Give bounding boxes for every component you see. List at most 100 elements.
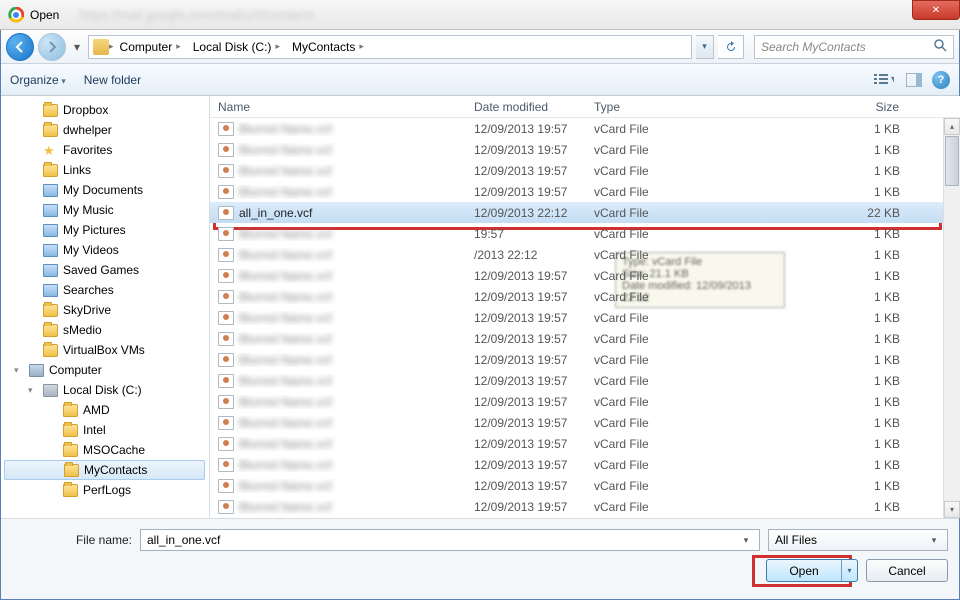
app-icon xyxy=(8,7,24,23)
file-date: 12/09/2013 19:57 xyxy=(466,122,586,136)
file-date: 12/09/2013 19:57 xyxy=(466,290,586,304)
file-size: 1 KB xyxy=(706,143,942,157)
file-row[interactable]: Blurred Name.vcf12/09/2013 19:57vCard Fi… xyxy=(210,328,960,349)
file-list[interactable]: Type: vCard FileSize: 21.1 KBDate modifi… xyxy=(210,118,960,518)
file-row[interactable]: Blurred Name.vcf12/09/2013 19:57vCard Fi… xyxy=(210,475,960,496)
file-size: 1 KB xyxy=(706,227,942,241)
file-type: vCard File xyxy=(586,143,706,157)
file-size: 1 KB xyxy=(706,500,942,514)
vcard-icon xyxy=(218,353,234,367)
file-size: 1 KB xyxy=(706,374,942,388)
vcard-icon xyxy=(218,479,234,493)
file-name: Blurred Name.vcf xyxy=(239,227,332,241)
file-name: Blurred Name.vcf xyxy=(239,353,332,367)
file-size: 1 KB xyxy=(706,290,942,304)
file-size: 1 KB xyxy=(706,437,942,451)
file-row[interactable]: Blurred Name.vcf12/09/2013 19:57vCard Fi… xyxy=(210,160,960,181)
file-name: Blurred Name.vcf xyxy=(239,311,332,325)
col-name[interactable]: Name xyxy=(210,100,466,114)
file-type: vCard File xyxy=(586,437,706,451)
vcard-icon xyxy=(218,185,234,199)
vcard-icon xyxy=(218,374,234,388)
file-date: 19:57 xyxy=(466,227,586,241)
file-type: vCard File xyxy=(586,416,706,430)
scroll-up-arrow[interactable]: ▴ xyxy=(944,118,960,135)
vcard-icon xyxy=(218,311,234,325)
file-size: 1 KB xyxy=(706,311,942,325)
file-date: 12/09/2013 19:57 xyxy=(466,353,586,367)
file-type: vCard File xyxy=(586,185,706,199)
file-size: 1 KB xyxy=(706,458,942,472)
file-date: 12/09/2013 19:57 xyxy=(466,143,586,157)
file-row[interactable]: all_in_one.vcf12/09/2013 22:12vCard File… xyxy=(210,202,960,223)
vcard-icon xyxy=(218,458,234,472)
file-row[interactable]: Blurred Name.vcf12/09/2013 19:57vCard Fi… xyxy=(210,181,960,202)
window-title: Open xyxy=(30,8,59,22)
vcard-icon xyxy=(218,269,234,283)
vertical-scrollbar[interactable]: ▴ ▾ xyxy=(943,118,960,518)
file-name: Blurred Name.vcf xyxy=(239,143,332,157)
vcard-icon xyxy=(218,248,234,262)
column-headers[interactable]: Name Date modified Type Size xyxy=(210,96,960,118)
file-size: 1 KB xyxy=(706,122,942,136)
file-type: vCard File xyxy=(586,206,706,220)
file-row[interactable]: Blurred Name.vcf12/09/2013 19:57vCard Fi… xyxy=(210,349,960,370)
scroll-down-arrow[interactable]: ▾ xyxy=(944,501,960,518)
file-size: 22 KB xyxy=(706,206,942,220)
file-size: 1 KB xyxy=(706,395,942,409)
file-size: 1 KB xyxy=(706,248,942,262)
file-date: 12/09/2013 19:57 xyxy=(466,458,586,472)
folder-icon xyxy=(43,104,58,117)
folder-icon xyxy=(63,444,78,457)
vcard-icon xyxy=(218,206,234,220)
col-date[interactable]: Date modified xyxy=(466,100,586,114)
file-row[interactable]: Blurred Name.vcf 19:57vCard File1 KB xyxy=(210,223,960,244)
file-size: 1 KB xyxy=(706,479,942,493)
file-row[interactable]: Blurred Name.vcf12/09/2013 19:57vCard Fi… xyxy=(210,370,960,391)
blurred-url: https://mail.google.com/mail/u/0/contact… xyxy=(79,7,314,22)
file-row[interactable]: Blurred Name.vcf12/09/2013 19:57vCard Fi… xyxy=(210,412,960,433)
file-row[interactable]: Blurred Name.vcf12/09/2013 19:57vCard Fi… xyxy=(210,286,960,307)
file-date: 12/09/2013 19:57 xyxy=(466,416,586,430)
file-row[interactable]: Blurred Name.vcf12/09/2013 19:57vCard Fi… xyxy=(210,496,960,517)
vcard-icon xyxy=(218,143,234,157)
file-row[interactable]: Blurred Name.vcf12/09/2013 19:57vCard Fi… xyxy=(210,433,960,454)
open-button[interactable]: Open ▾ xyxy=(766,559,858,582)
file-row[interactable]: Blurred Name.vcf 12/09/2013 19:57vCard Fi… xyxy=(210,139,960,160)
file-row[interactable]: Blurred Name.vcf12/09/2013 19:57vCard Fi… xyxy=(210,265,960,286)
file-name: Blurred Name.vcf xyxy=(239,479,332,493)
file-row[interactable]: Blurred Name.vcf12/09/2013 19:57vCard Fi… xyxy=(210,454,960,475)
close-button[interactable]: ✕ xyxy=(912,0,960,20)
file-date: 12/09/2013 19:57 xyxy=(466,374,586,388)
vcard-icon xyxy=(218,416,234,430)
file-name: Blurred Name.vcf xyxy=(239,437,332,451)
title-bar: Open https://mail.google.com/mail/u/0/co… xyxy=(0,0,960,30)
col-type[interactable]: Type xyxy=(586,100,706,114)
vcard-icon xyxy=(218,164,234,178)
cancel-button[interactable]: Cancel xyxy=(866,559,948,582)
open-split-dropdown[interactable]: ▾ xyxy=(841,560,857,581)
scroll-thumb[interactable] xyxy=(945,136,959,186)
col-size[interactable]: Size xyxy=(706,100,942,114)
vcard-icon xyxy=(218,437,234,451)
file-size: 1 KB xyxy=(706,185,942,199)
file-date: /2013 22:12 xyxy=(466,248,586,262)
file-row[interactable]: Blurred Name.vcf12/09/2013 19:57vCard Fi… xyxy=(210,118,960,139)
file-date: 12/09/2013 19:57 xyxy=(466,269,586,283)
file-name: Blurred Name.vcf xyxy=(239,185,332,199)
file-type: vCard File xyxy=(586,290,706,304)
file-row[interactable]: Blurred Name.vcf/2013 22:12vCard File1 K… xyxy=(210,244,960,265)
folder-icon xyxy=(43,164,58,177)
file-date: 12/09/2013 19:57 xyxy=(466,500,586,514)
file-size: 1 KB xyxy=(706,332,942,346)
file-row[interactable]: Blurred Name.vcf12/09/2013 19:57vCard Fi… xyxy=(210,391,960,412)
file-date: 12/09/2013 19:57 xyxy=(466,311,586,325)
file-type: vCard File xyxy=(586,311,706,325)
file-type: vCard File xyxy=(586,227,706,241)
file-type: vCard File xyxy=(586,458,706,472)
file-row[interactable]: Blurred Name.vcf 12/09/2013 19:57vCard Fi… xyxy=(210,307,960,328)
folder-icon xyxy=(43,304,58,317)
vcard-icon xyxy=(218,122,234,136)
folder-icon xyxy=(43,344,58,357)
vcard-icon xyxy=(218,332,234,346)
